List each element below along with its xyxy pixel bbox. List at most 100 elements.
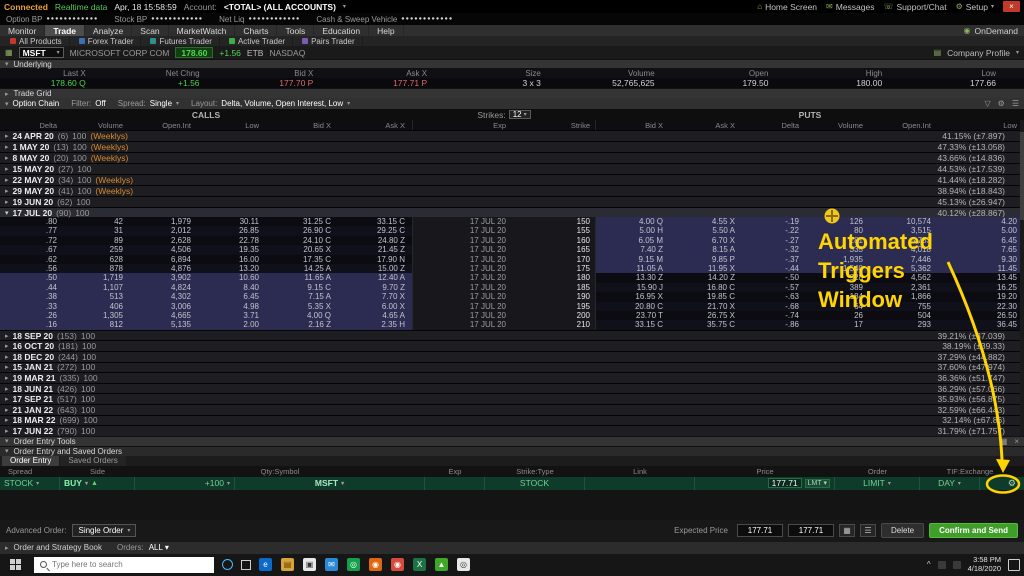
call-bid-cell[interactable]: 4.00 Q — [266, 311, 338, 320]
call-ask-cell[interactable]: 2.35 H — [338, 320, 412, 329]
confirm-and-send-button[interactable]: Confirm and Send — [929, 523, 1018, 538]
put-ask-cell[interactable]: 21.70 X — [670, 302, 742, 311]
column-header[interactable]: Ask X — [670, 121, 742, 130]
call-bid-cell[interactable]: 7.15 A — [266, 292, 338, 301]
expiration-row[interactable]: ▸ 8 MAY 20 (20) 100 (Weeklys) 43.66% (±1… — [0, 152, 1024, 163]
put-ask-cell[interactable]: 19.85 C — [670, 292, 742, 301]
expiration-row[interactable]: ▸ 24 APR 20 (6) 100 (Weeklys) 41.15% (±7… — [0, 130, 1024, 141]
expected-price-value-2[interactable]: 177.71 — [788, 524, 834, 537]
expiration-row[interactable]: ▸ 18 DEC 20 (244) 100 37.29% (±44.882) — [0, 351, 1024, 362]
put-bid-cell[interactable]: 5.00 H — [596, 226, 670, 235]
taskbar-search[interactable] — [34, 557, 214, 573]
order-side[interactable]: BUY▾▲ — [60, 477, 135, 490]
strikes-dropdown[interactable]: 12▾ — [509, 110, 531, 119]
expiration-row[interactable]: ▸ 19 JUN 20 (62) 100 45.13% (±26.947) — [0, 196, 1024, 207]
put-ask-cell[interactable]: 9.85 P — [670, 255, 742, 264]
expiration-row[interactable]: ▸ 22 MAY 20 (34) 100 (Weeklys) 41.44% (±… — [0, 174, 1024, 185]
order-strategy-book-bar[interactable]: ▸ Order and Strategy Book Orders: ALL ▾ — [0, 542, 1024, 554]
call-bid-cell[interactable]: 9.15 C — [266, 283, 338, 292]
put-bid-cell[interactable]: 16.95 X — [596, 292, 670, 301]
put-ask-cell[interactable]: 5.50 A — [670, 226, 742, 235]
order-link[interactable] — [585, 477, 695, 490]
column-header[interactable]: Exp — [413, 121, 513, 130]
put-bid-cell[interactable]: 9.15 M — [596, 255, 670, 264]
menu-tab[interactable]: Analyze — [85, 25, 132, 36]
column-header[interactable]: Open.Int — [130, 121, 198, 130]
automated-triggers-gear-icon[interactable]: ⚙ — [1008, 478, 1016, 489]
expiration-row[interactable]: ▸ 21 JAN 22 (643) 100 32.59% (±66.443) — [0, 404, 1024, 415]
menu-tab[interactable]: Scan — [132, 25, 168, 36]
search-input[interactable] — [52, 560, 192, 569]
maps-icon[interactable]: ◎ — [457, 558, 470, 571]
column-header[interactable]: Volume — [64, 121, 130, 130]
column-header[interactable]: Low — [198, 121, 266, 130]
column-header[interactable]: Bid X — [266, 121, 338, 130]
mail-icon[interactable]: ✉ — [325, 558, 338, 571]
call-bid-cell[interactable]: 26.90 C — [266, 226, 338, 235]
put-ask-cell[interactable]: 16.80 C — [670, 283, 742, 292]
close-icon[interactable]: × — [1014, 437, 1019, 446]
home-screen-button[interactable]: ⌂Home Screen — [757, 2, 817, 12]
product-tab[interactable]: All Products — [3, 36, 70, 46]
call-bid-cell[interactable]: 31.25 C — [266, 217, 338, 226]
symbol-input[interactable]: ▾ — [19, 47, 64, 58]
column-header[interactable]: Low — [938, 121, 1024, 130]
trade-grid-section-bar[interactable]: ▸ Trade Grid — [0, 88, 1024, 98]
put-ask-cell[interactable]: 35.75 C — [670, 320, 742, 329]
option-chain-section-bar[interactable]: ▾ Option Chain Filter: Off Spread: Singl… — [0, 98, 1024, 109]
orders-filter-value[interactable]: ALL ▾ — [149, 543, 169, 552]
price-field[interactable]: 177.71 — [768, 478, 802, 488]
expiration-row[interactable]: ▸ 1 MAY 20 (13) 100 (Weeklys) 47.33% (±1… — [0, 141, 1024, 152]
layout-value[interactable]: Delta, Volume, Open Interest, Low — [221, 99, 343, 108]
call-ask-cell[interactable]: 6.00 X — [338, 302, 412, 311]
order-entry-saved-bar[interactable]: ▾ Order Entry and Saved Orders — [0, 446, 1024, 456]
put-bid-cell[interactable]: 23.70 T — [596, 311, 670, 320]
menu-tab[interactable]: Education — [314, 25, 369, 36]
volume-icon[interactable] — [953, 561, 961, 569]
column-header[interactable]: Delta — [0, 121, 64, 130]
put-bid-cell[interactable]: 6.05 M — [596, 236, 670, 245]
order-entry-tools-bar[interactable]: ▾ Order Entry Tools ▦ × — [0, 436, 1024, 446]
put-ask-cell[interactable]: 11.95 X — [670, 264, 742, 273]
order-quantity-stepper[interactable]: +100▾ — [135, 477, 235, 490]
product-tab[interactable]: Forex Trader — [72, 36, 142, 46]
order-tif[interactable]: DAY▾ — [920, 477, 980, 490]
expiration-row[interactable]: ▸ 16 OCT 20 (181) 100 38.19% (±39.33) — [0, 340, 1024, 351]
call-bid-cell[interactable]: 17.35 C — [266, 255, 338, 264]
excel-icon[interactable]: X — [413, 558, 426, 571]
notification-center-icon[interactable] — [1008, 559, 1020, 571]
menu-tab[interactable]: Help — [369, 25, 403, 36]
chrome-icon[interactable]: ◉ — [391, 558, 404, 571]
expiration-row[interactable]: ▸ 17 SEP 21 (517) 100 35.93% (±56.875) — [0, 393, 1024, 404]
menu-tab[interactable]: MarketWatch — [169, 25, 236, 36]
call-ask-cell[interactable]: 12.40 A — [338, 273, 412, 282]
call-ask-cell[interactable]: 15.00 Z — [338, 264, 412, 273]
order-entry-tab[interactable]: Saved Orders — [60, 456, 125, 466]
spread-value[interactable]: Single — [150, 99, 172, 108]
call-ask-cell[interactable]: 4.65 A — [338, 311, 412, 320]
expiration-row[interactable]: ▸ 19 MAR 21 (335) 100 36.36% (±51.747) — [0, 372, 1024, 383]
filter-value[interactable]: Off — [95, 99, 106, 108]
put-bid-cell[interactable]: 33.15 C — [596, 320, 670, 329]
call-bid-cell[interactable]: 14.25 A — [266, 264, 338, 273]
ondemand-button[interactable]: ◉ OnDemand — [964, 25, 1024, 36]
order-price[interactable]: 177.71 LMT ▾ — [695, 477, 835, 490]
put-bid-cell[interactable]: 11.05 A — [596, 264, 670, 273]
column-header[interactable]: Open.Int — [870, 121, 938, 130]
put-ask-cell[interactable]: 14.20 Z — [670, 273, 742, 282]
call-bid-cell[interactable]: 2.16 Z — [266, 320, 338, 329]
put-bid-cell[interactable]: 15.90 J — [596, 283, 670, 292]
expiration-row[interactable]: ▸ 18 SEP 20 (153) 100 39.21% (±37.039) — [0, 330, 1024, 341]
price-link-chip[interactable]: LMT ▾ — [805, 479, 830, 488]
close-button[interactable]: × — [1003, 1, 1020, 12]
edge-icon[interactable]: e — [259, 558, 272, 571]
call-bid-cell[interactable]: 20.65 X — [266, 245, 338, 254]
put-bid-cell[interactable]: 20.80 C — [596, 302, 670, 311]
put-bid-cell[interactable]: 7.40 Z — [596, 245, 670, 254]
delete-button[interactable]: Delete — [881, 523, 924, 538]
product-tab[interactable]: Futures Trader — [143, 36, 219, 46]
underlying-section-bar[interactable]: ▾ Underlying — [0, 59, 1024, 68]
firefox-icon[interactable]: ◉ — [369, 558, 382, 571]
menu-tab[interactable]: Monitor — [0, 25, 45, 36]
column-header[interactable]: Ask X — [338, 121, 412, 130]
